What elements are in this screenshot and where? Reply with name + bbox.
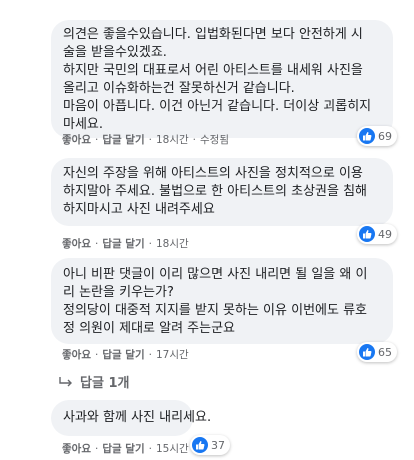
comment-time[interactable]: 17시간 [156,347,189,362]
comment-time[interactable]: 18시간 [156,132,189,147]
separator: · [148,133,152,146]
comment-3-line-4: 정 의원이 제대로 알려 주는군요 [63,321,236,336]
view-replies-button[interactable]: 답글 1개 [58,372,129,391]
comment-2-meta: 좋아요 · 답글 달기 · 18시간 [62,236,189,251]
reaction-count-1[interactable]: 69 [357,126,397,146]
comment-1-line-2: 술을 받을수있겠죠. [63,45,167,60]
comment-1-line-5: 마음이 아픕니다. 이건 아닌거 같습니다. 더이상 괴롭히지 [63,99,372,114]
comment-3-meta: 좋아요 · 답글 달기 · 17시간 [62,347,189,362]
reaction-count: 65 [378,345,392,359]
reaction-count: 49 [378,227,392,241]
reaction-count-2[interactable]: 49 [357,224,397,244]
separator: · [94,237,99,250]
thumbs-up-icon [359,226,375,242]
separator: · [94,442,99,455]
thumbs-up-icon [192,437,208,453]
comment-3-line-3: 정의당이 대중적 지지를 받지 못하는 이유 이번에도 류호 [63,303,368,318]
comment-bubble-4: 사과와 함께 사진 내리세요. [51,400,212,436]
reply-button[interactable]: 답글 달기 [102,236,144,251]
comment-4-meta: 좋아요 · 답글 달기 · 15시간 [62,441,189,456]
comment-1-line-3: 하지만 국민의 대표로서 어린 아티스트를 내세워 사진을 [63,63,363,78]
like-button[interactable]: 좋아요 [62,236,91,251]
separator: · [192,133,196,146]
separator: · [148,237,152,250]
comment-3-line-1: 아니 비판 댓글이 이리 많으면 사진 내리면 될 일을 왜 이 [63,267,368,282]
thumbs-up-icon [359,344,375,360]
comment-2-line-3: 하지마시고 사진 내려주세요 [63,202,215,217]
reaction-count: 37 [211,438,225,452]
comment-time[interactable]: 15시간 [156,441,189,456]
comment-2-line-1: 자신의 주장을 위해 아티스트의 사진을 정치적으로 이용 [63,166,363,181]
reply-arrow-icon [59,376,72,386]
reaction-count-4[interactable]: 37 [190,435,230,455]
like-button[interactable]: 좋아요 [62,441,91,456]
reaction-count-3[interactable]: 65 [357,342,397,362]
reply-button[interactable]: 답글 달기 [102,132,144,147]
like-button[interactable]: 좋아요 [62,347,91,362]
comment-time[interactable]: 18시간 [156,236,189,251]
comment-1-line-4: 올리고 이슈화하는건 잘못하신거 같습니다. [63,81,295,96]
comment-bubble-1: 의견은 좋을수있습니다. 입법화된다면 보다 안전하게 시 술을 받을수있겠죠.… [51,20,393,138]
comment-1-line-1: 의견은 좋을수있습니다. 입법화된다면 보다 안전하게 시 [63,27,363,42]
comment-4-line-1: 사과와 함께 사진 내리세요. [63,410,212,425]
comment-1-meta: 좋아요 · 답글 달기 · 18시간 · 수정됨 [62,132,229,147]
edited-label: 수정됨 [200,134,229,146]
reply-button[interactable]: 답글 달기 [102,441,144,456]
comment-bubble-3: 아니 비판 댓글이 이리 많으면 사진 내리면 될 일을 왜 이 리 논란을 키… [51,258,393,344]
separator: · [94,133,99,146]
comment-2-line-2: 하지말아 주세요. 불법으로 한 아티스트의 초상권을 침해 [63,184,368,199]
reaction-count: 69 [378,129,392,143]
thumbs-up-icon [359,128,375,144]
separator: · [148,442,152,455]
reply-button[interactable]: 답글 달기 [102,347,144,362]
separator: · [94,348,99,361]
like-button[interactable]: 좋아요 [62,132,91,147]
replies-label: 답글 1개 [80,376,130,391]
separator: · [148,348,152,361]
comment-3-line-2: 리 논란을 키우는가? [63,285,174,300]
comment-bubble-2: 자신의 주장을 위해 아티스트의 사진을 정치적으로 이용 하지말아 주세요. … [51,158,393,226]
